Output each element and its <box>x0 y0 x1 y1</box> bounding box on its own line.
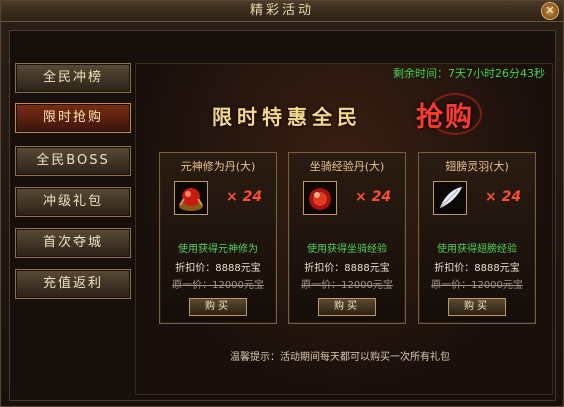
discount-price: 折扣价：8888元宝 <box>304 263 390 274</box>
close-button[interactable]: ✕ <box>541 2 559 20</box>
event-banner: 限时特惠全民 抢购 <box>204 93 510 135</box>
sidebar-item-chongji-libao[interactable]: 冲级礼包 <box>15 187 131 217</box>
item-description: 使用获得坐骑经验 <box>307 244 387 255</box>
discount-price: 折扣价：8888元宝 <box>434 263 520 274</box>
buy-button[interactable]: 购买 <box>318 298 376 316</box>
item-title: 坐骑经验丹(大) <box>309 160 385 173</box>
item-title: 翅膀灵羽(大) <box>445 160 509 173</box>
banner-highlight-text: 抢购 <box>416 102 474 133</box>
banner-text: 限时特惠全民 <box>212 105 362 129</box>
item-card-yuanshen: 元神修为丹(大) × 24 使用获得元神修为 折扣价：8888元宝 原一价：12… <box>159 152 277 324</box>
item-title: 元神修为丹(大) <box>180 160 256 173</box>
window-title: 精彩活动 <box>249 3 314 18</box>
red-orb-icon <box>179 188 203 211</box>
buy-button[interactable]: 购买 <box>448 298 506 316</box>
item-slot[interactable] <box>303 181 337 215</box>
feather-icon <box>439 187 462 209</box>
item-slot[interactable] <box>174 181 208 215</box>
sidebar-item-quanmin-boss[interactable]: 全民BOSS <box>15 146 131 176</box>
item-quantity: × 24 <box>355 189 392 205</box>
original-price: 原一价：12000元宝 <box>301 280 393 291</box>
close-icon: ✕ <box>545 4 555 17</box>
item-quantity: × 24 <box>226 189 263 205</box>
sidebar-item-quanmin-chongbang[interactable]: 全民冲榜 <box>15 63 131 93</box>
activity-window: 精彩活动 ✕ 全民冲榜 限时抢购 全民BOSS 冲级礼包 首次夺城 充值返利 剩… <box>0 0 564 407</box>
countdown-timer: 剩余时间：7天7小时26分43秒 <box>393 67 545 80</box>
original-price: 原一价：12000元宝 <box>172 280 264 291</box>
item-description: 使用获得元神修为 <box>178 244 258 255</box>
title-bar[interactable]: 精彩活动 ✕ <box>1 1 563 22</box>
buy-button[interactable]: 购买 <box>189 298 247 316</box>
item-card-zuoqi: 坐骑经验丹(大) × 24 使用获得坐骑经验 折扣价：8888元宝 原一价：12… <box>288 152 406 324</box>
item-card-chibang: 翅膀灵羽(大) × 24 使用获得翅膀经验 折扣价：8888元宝 原一价：120… <box>418 152 536 324</box>
item-quantity: × 24 <box>485 189 522 205</box>
sidebar-item-shouci-duocheng[interactable]: 首次夺城 <box>15 228 131 258</box>
item-description: 使用获得翅膀经验 <box>437 244 517 255</box>
sidebar-item-chongzhi-fanli[interactable]: 充值返利 <box>15 269 131 299</box>
tip-text: 温馨提示：活动期间每天都可以购买一次所有礼包 <box>230 352 450 363</box>
sidebar-item-xianshi-qianggou[interactable]: 限时抢购 <box>15 103 131 133</box>
item-slot[interactable] <box>433 181 467 215</box>
red-pill-icon <box>309 188 331 210</box>
original-price: 原一价：12000元宝 <box>431 280 523 291</box>
discount-price: 折扣价：8888元宝 <box>175 263 261 274</box>
